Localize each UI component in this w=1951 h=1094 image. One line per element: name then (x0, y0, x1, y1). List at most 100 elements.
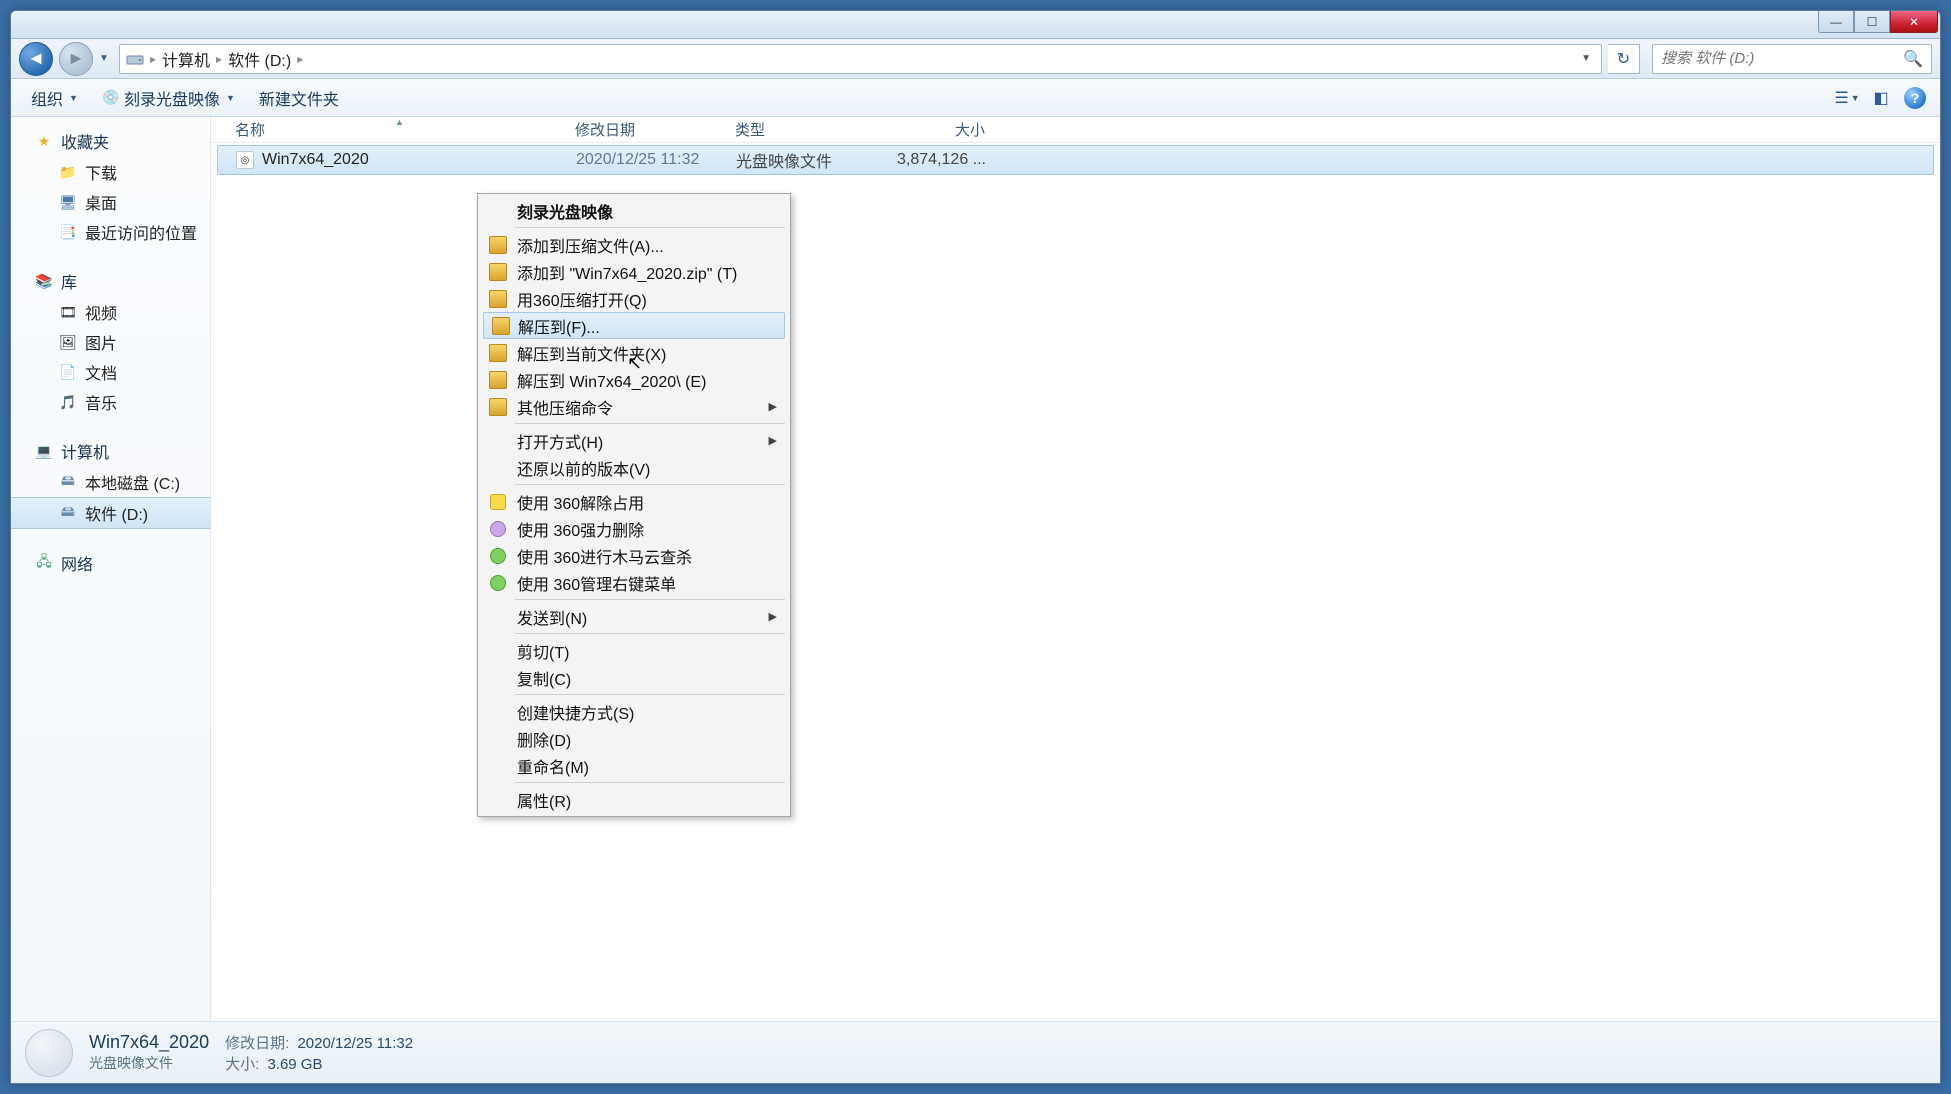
col-label: 类型 (735, 122, 765, 139)
content-pane: 名称 ▲ 修改日期 类型 大小 ◎ Win7x64_2020 2020/12/2… (211, 117, 1940, 1021)
sidebar-label: 库 (61, 269, 77, 293)
ctx-rename[interactable]: 重命名(M) (481, 752, 787, 779)
ctx-label: 使用 360强力删除 (517, 517, 644, 541)
sidebar-item-label: 软件 (D:) (85, 501, 148, 525)
address-dropdown-icon[interactable]: ▼ (1577, 53, 1595, 64)
sidebar-item-label: 图片 (85, 330, 117, 354)
ctx-label: 使用 360解除占用 (517, 490, 644, 514)
column-header-type[interactable]: 类型 (725, 119, 885, 140)
sidebar-head-network[interactable]: 🖧 网络 (11, 547, 210, 579)
col-label: 名称 (235, 122, 265, 139)
sidebar-item-desktop[interactable]: 🖥桌面 (11, 187, 210, 217)
toolbar: 组织 ▼ 💿 刻录光盘映像 ▼ 新建文件夹 ☰ ▼ ◧ ? (11, 79, 1940, 117)
ctx-360-trojan-scan[interactable]: 使用 360进行木马云查杀 (481, 542, 787, 569)
column-header-name[interactable]: 名称 ▲ (225, 119, 565, 140)
details-main: Win7x64_2020 光盘映像文件 (89, 1032, 209, 1073)
search-icon[interactable]: 🔍 (1903, 49, 1923, 69)
dropdown-icon: ▼ (1851, 93, 1860, 103)
breadcrumb-current[interactable]: 软件 (D:) (228, 47, 291, 71)
ctx-extract-to[interactable]: 解压到(F)... (483, 312, 785, 339)
sidebar-item-videos[interactable]: 🎞视频 (11, 297, 210, 327)
details-pane: Win7x64_2020 光盘映像文件 修改日期: 2020/12/25 11:… (11, 1021, 1940, 1083)
ctx-360-manage-menu[interactable]: 使用 360管理右键菜单 (481, 569, 787, 596)
address-bar[interactable]: ▸ 计算机 ▸ 软件 (D:) ▸ ▼ (119, 44, 1602, 74)
ctx-properties[interactable]: 属性(R) (481, 786, 787, 813)
minimize-button[interactable]: — (1818, 11, 1854, 33)
sidebar-item-downloads[interactable]: 📁下载 (11, 157, 210, 187)
back-button[interactable]: ◄ (19, 42, 53, 76)
ctx-copy[interactable]: 复制(C) (481, 664, 787, 691)
ctx-label: 发送到(N) (517, 605, 587, 629)
zip-icon (489, 263, 507, 281)
zip-icon (489, 344, 507, 362)
ctx-separator (515, 633, 785, 634)
ctx-send-to[interactable]: 发送到(N)▶ (481, 603, 787, 630)
file-row[interactable]: ◎ Win7x64_2020 2020/12/25 11:32 光盘映像文件 3… (217, 145, 1934, 175)
ctx-open-with-360zip[interactable]: 用360压缩打开(Q) (481, 285, 787, 312)
search-input[interactable] (1661, 50, 1903, 67)
column-header-date[interactable]: 修改日期 (565, 119, 725, 140)
help-button[interactable]: ? (1900, 85, 1930, 111)
ctx-restore-previous[interactable]: 还原以前的版本(V) (481, 454, 787, 481)
ctx-cut[interactable]: 剪切(T) (481, 637, 787, 664)
sort-arrow-icon: ▲ (395, 117, 404, 127)
ctx-label: 复制(C) (517, 666, 571, 690)
view-options-button[interactable]: ☰ ▼ (1832, 85, 1862, 111)
recent-icon: 📑 (59, 223, 77, 241)
forward-button[interactable]: ► (59, 42, 93, 76)
video-icon: 🎞 (59, 303, 77, 321)
sidebar-item-label: 最近访问的位置 (85, 220, 197, 244)
ctx-label: 解压到 Win7x64_2020\ (E) (517, 368, 706, 392)
ctx-label: 剪切(T) (517, 639, 569, 663)
sidebar-item-drive-d[interactable]: 🖴软件 (D:) (11, 497, 210, 529)
sidebar-item-label: 桌面 (85, 190, 117, 214)
ctx-delete[interactable]: 删除(D) (481, 725, 787, 752)
ctx-other-compress[interactable]: 其他压缩命令▶ (481, 393, 787, 420)
column-header-size[interactable]: 大小 (885, 119, 995, 140)
ctx-label: 使用 360管理右键菜单 (517, 571, 676, 595)
sidebar-head-computer[interactable]: 💻 计算机 (11, 435, 210, 467)
organize-menu[interactable]: 组织 ▼ (21, 82, 88, 114)
details-type: 光盘映像文件 (89, 1053, 209, 1073)
sidebar-head-libraries[interactable]: 📚 库 (11, 265, 210, 297)
new-folder-button[interactable]: 新建文件夹 (249, 82, 349, 114)
dropdown-icon: ▼ (69, 93, 78, 103)
music-icon: 🎵 (59, 393, 77, 411)
maximize-button[interactable]: ☐ (1854, 11, 1890, 33)
ctx-burn-image[interactable]: 刻录光盘映像 (481, 197, 787, 224)
ctx-create-shortcut[interactable]: 创建快捷方式(S) (481, 698, 787, 725)
details-date-value: 2020/12/25 11:32 (297, 1035, 413, 1052)
sidebar-head-favorites[interactable]: ★ 收藏夹 (11, 125, 210, 157)
sidebar-item-music[interactable]: 🎵音乐 (11, 387, 210, 417)
ctx-add-to-archive[interactable]: 添加到压缩文件(A)... (481, 231, 787, 258)
history-dropdown[interactable]: ▼ (99, 53, 113, 64)
library-icon: 📚 (35, 272, 53, 290)
360-green-icon (490, 575, 506, 591)
close-button[interactable]: ✕ (1890, 11, 1938, 33)
ctx-add-to-zip[interactable]: 添加到 "Win7x64_2020.zip" (T) (481, 258, 787, 285)
ctx-360-unlock[interactable]: 使用 360解除占用 (481, 488, 787, 515)
ctx-360-force-delete[interactable]: 使用 360强力删除 (481, 515, 787, 542)
sidebar-item-pictures[interactable]: 🖼图片 (11, 327, 210, 357)
submenu-arrow-icon: ▶ (769, 400, 777, 413)
preview-pane-button[interactable]: ◧ (1866, 85, 1896, 111)
refresh-button[interactable]: ↻ (1608, 44, 1640, 74)
breadcrumb-sep-icon: ▸ (216, 52, 222, 66)
sidebar: ★ 收藏夹 📁下载 🖥桌面 📑 最近访问的位置 📚 库 🎞视频 🖼图片 📄文档 🎵… (11, 117, 211, 1021)
ctx-label: 刻录光盘映像 (517, 199, 613, 223)
sidebar-item-documents[interactable]: 📄文档 (11, 357, 210, 387)
ctx-label: 添加到 "Win7x64_2020.zip" (T) (517, 260, 737, 284)
sidebar-item-recent[interactable]: 📑 最近访问的位置 (11, 217, 210, 247)
burn-disc-image-button[interactable]: 💿 刻录光盘映像 ▼ (92, 82, 245, 114)
col-label: 大小 (955, 122, 985, 139)
ctx-extract-to-folder[interactable]: 解压到 Win7x64_2020\ (E) (481, 366, 787, 393)
dropdown-icon: ▼ (226, 93, 235, 103)
sidebar-group-network: 🖧 网络 (11, 547, 210, 579)
body: ★ 收藏夹 📁下载 🖥桌面 📑 最近访问的位置 📚 库 🎞视频 🖼图片 📄文档 🎵… (11, 117, 1940, 1021)
ctx-open-with[interactable]: 打开方式(H)▶ (481, 427, 787, 454)
zip-icon (489, 371, 507, 389)
sidebar-item-drive-c[interactable]: 🖴本地磁盘 (C:) (11, 467, 210, 497)
breadcrumb-root[interactable]: 计算机 (162, 47, 210, 71)
ctx-extract-here[interactable]: 解压到当前文件夹(X) (481, 339, 787, 366)
search-box[interactable]: 🔍 (1652, 44, 1932, 74)
